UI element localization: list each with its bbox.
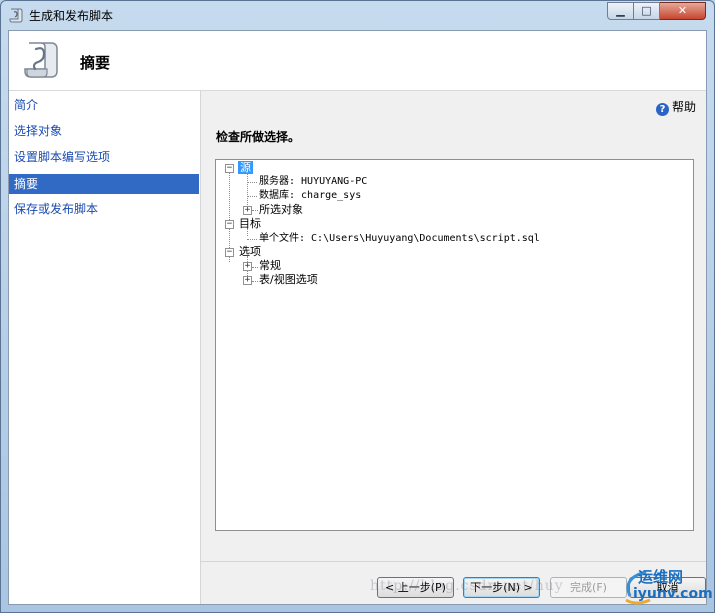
title-bar[interactable]: 生成和发布脚本 ▁ □ ✕ bbox=[1, 1, 714, 29]
tree-node-database[interactable]: 数据库: charge_sys bbox=[259, 189, 361, 203]
tree-node-general[interactable]: 常规 bbox=[259, 259, 281, 273]
maximize-button[interactable]: □ bbox=[634, 2, 660, 20]
dialog-window: 生成和发布脚本 ▁ □ ✕ 摘要 简介 选择对象 设置脚本编写选项 摘要 保存或… bbox=[0, 0, 715, 613]
collapse-icon[interactable]: − bbox=[225, 220, 234, 229]
tree-node-server[interactable]: 服务器: HUYUYANG-PC bbox=[259, 175, 367, 189]
main-panel: ? 帮助 检查所做选择。 − 源 服务器: HUYUYANG-PC 数据库: c… bbox=[201, 91, 706, 561]
tree-node-options[interactable]: 选项 bbox=[239, 245, 261, 259]
help-link[interactable]: ? 帮助 bbox=[655, 98, 696, 116]
nav-item-intro[interactable]: 简介 bbox=[9, 95, 199, 115]
collapse-icon[interactable]: − bbox=[225, 164, 234, 173]
tree-node-source[interactable]: 源 bbox=[238, 161, 253, 175]
expand-icon[interactable]: + bbox=[243, 276, 252, 285]
tree-node-target[interactable]: 目标 bbox=[239, 217, 261, 231]
watermark-logo-text: 运维网 bbox=[638, 568, 684, 586]
tree-connector bbox=[247, 196, 257, 197]
tree-connector bbox=[247, 239, 257, 240]
nav-item-scripting-options[interactable]: 设置脚本编写选项 bbox=[9, 147, 199, 167]
tree-node-selected-objects[interactable]: 所选对象 bbox=[259, 203, 303, 217]
script-scroll-icon bbox=[9, 8, 23, 23]
script-scroll-icon bbox=[24, 42, 58, 78]
minimize-button[interactable]: ▁ bbox=[607, 2, 634, 20]
expand-icon[interactable]: + bbox=[243, 206, 252, 215]
wizard-nav: 简介 选择对象 设置脚本编写选项 摘要 保存或发布脚本 bbox=[9, 91, 201, 604]
help-icon: ? bbox=[655, 103, 669, 116]
watermark-logo-domain: iyunv.com bbox=[633, 586, 713, 602]
nav-item-summary[interactable]: 摘要 bbox=[9, 174, 199, 194]
tree-connector bbox=[252, 267, 258, 268]
help-label: 帮助 bbox=[671, 100, 696, 114]
summary-tree[interactable]: − 源 服务器: HUYUYANG-PC 数据库: charge_sys + 所… bbox=[215, 159, 694, 531]
page-title: 摘要 bbox=[80, 54, 111, 72]
tree-connector bbox=[252, 281, 258, 282]
tree-connector bbox=[247, 182, 257, 183]
nav-item-save-publish[interactable]: 保存或发布脚本 bbox=[9, 199, 199, 219]
page-header: 摘要 bbox=[9, 31, 706, 91]
tree-node-single-file[interactable]: 单个文件: C:\Users\Huyuyang\Documents\script… bbox=[259, 232, 540, 246]
collapse-icon[interactable]: − bbox=[225, 248, 234, 257]
expand-icon[interactable]: + bbox=[243, 262, 252, 271]
tree-connector bbox=[252, 210, 258, 211]
instruction-text: 检查所做选择。 bbox=[216, 130, 301, 144]
nav-item-select-objects[interactable]: 选择对象 bbox=[9, 121, 199, 141]
close-button[interactable]: ✕ bbox=[660, 2, 706, 20]
window-title: 生成和发布脚本 bbox=[29, 9, 114, 23]
dialog-client: 摘要 简介 选择对象 设置脚本编写选项 摘要 保存或发布脚本 ? 帮助 检查所做选… bbox=[8, 30, 707, 605]
watermark-url: http://blog.csdn.net/huy bbox=[370, 578, 564, 594]
tree-node-table-view-options[interactable]: 表/视图选项 bbox=[259, 273, 318, 287]
